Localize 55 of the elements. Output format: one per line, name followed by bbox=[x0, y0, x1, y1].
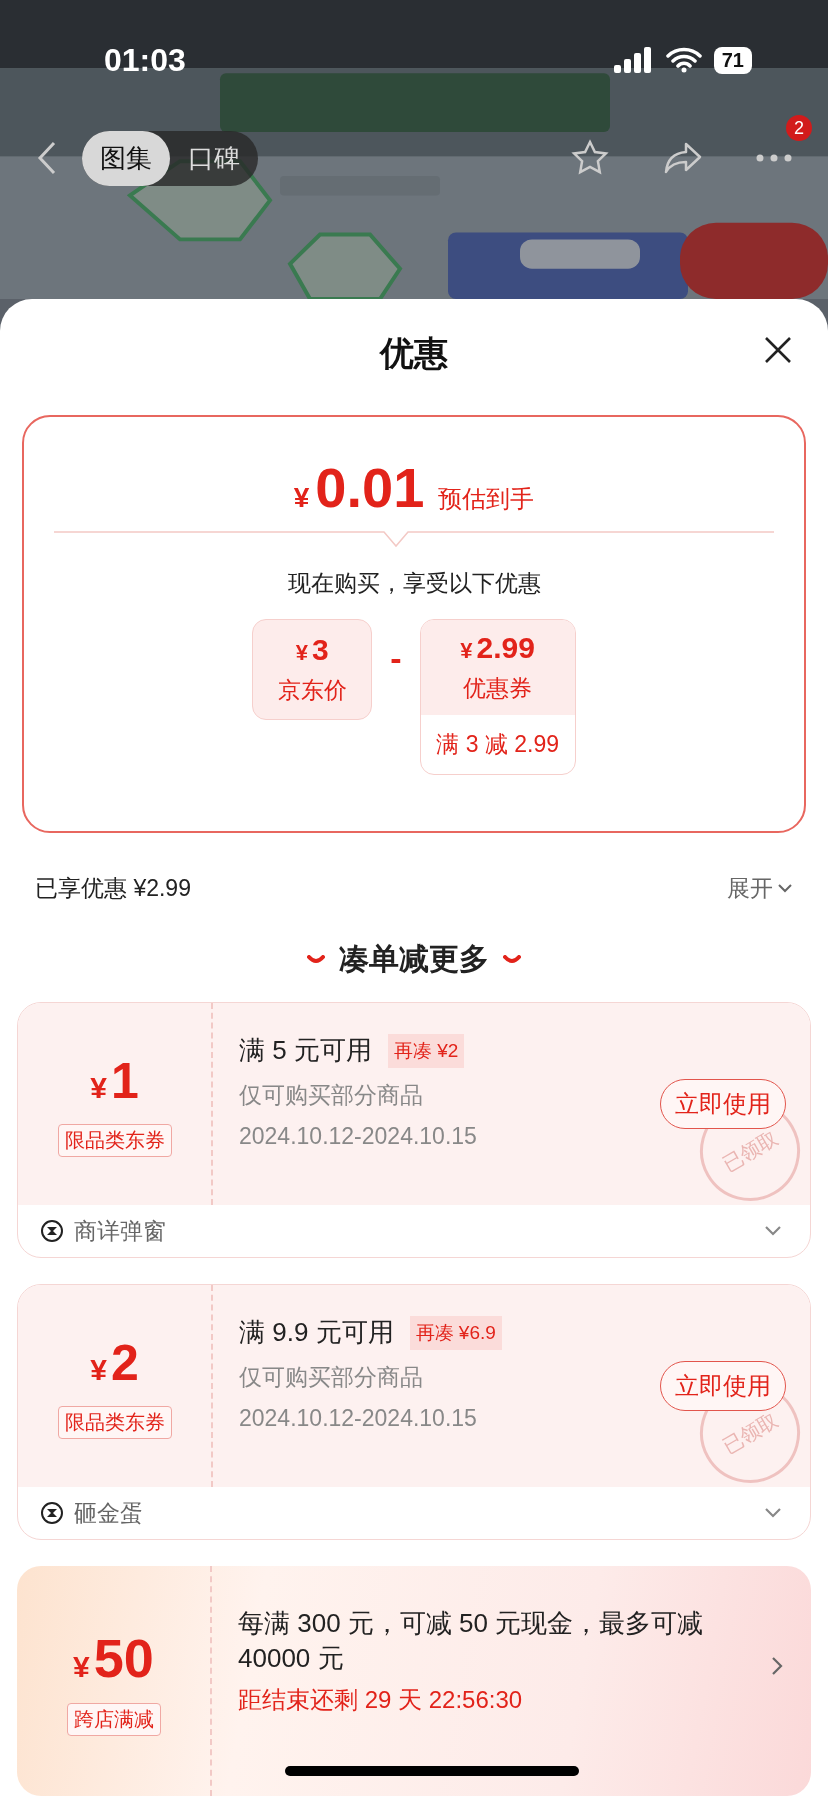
currency-sign: ¥ bbox=[90, 1070, 107, 1105]
currency-sign: ¥ bbox=[293, 482, 310, 514]
top-up-hint: 再凑 ¥6.9 bbox=[409, 1315, 502, 1350]
gallery-tab[interactable]: 图集 bbox=[82, 130, 170, 186]
coupon-tag: 限品类东券 bbox=[57, 1123, 172, 1157]
signal-icon bbox=[613, 47, 654, 73]
enjoyed-discount: 已享优惠 ¥2.99 bbox=[35, 873, 191, 903]
intro-text: 现在购买，享受以下优惠 bbox=[287, 569, 541, 598]
coupon-amount: 2 bbox=[110, 1333, 139, 1392]
share-button[interactable] bbox=[662, 140, 704, 176]
coupon-amount: 50 bbox=[93, 1626, 154, 1689]
currency-sign: ¥ bbox=[73, 1649, 90, 1684]
expand-icon bbox=[764, 1225, 782, 1237]
promotion-condition: 每满 300 元，可减 50 元现金，最多可减 40000 元 bbox=[238, 1607, 705, 1676]
section-title: 凑单减更多 bbox=[339, 941, 489, 977]
currency-sign: ¥ bbox=[295, 640, 309, 666]
source-icon bbox=[40, 1219, 64, 1243]
use-now-button[interactable]: 立即使用 bbox=[660, 1079, 786, 1129]
coupon-tag: 限品类东券 bbox=[57, 1405, 172, 1439]
source-icon bbox=[40, 1501, 64, 1525]
coupon-scope: 仅可购买部分商品 bbox=[239, 1081, 423, 1110]
coupon-validity: 2024.10.12-2024.10.15 bbox=[239, 1123, 477, 1150]
coupon-scope: 仅可购买部分商品 bbox=[239, 1363, 423, 1392]
coupon-condition: 满 5 元可用 bbox=[239, 1034, 372, 1067]
chevron-down-icon bbox=[777, 883, 793, 893]
close-button[interactable] bbox=[763, 335, 793, 365]
minus-sign: - bbox=[390, 639, 402, 678]
use-now-button[interactable]: 立即使用 bbox=[660, 1361, 786, 1411]
back-button[interactable] bbox=[36, 140, 58, 176]
countdown-text: 距结束还剩 29 天 22:56:30 bbox=[238, 1685, 524, 1716]
coupon-validity: 2024.10.12-2024.10.15 bbox=[239, 1405, 477, 1432]
coupon-condition: 满 9.9 元可用 bbox=[239, 1316, 394, 1349]
price-amount: 3 bbox=[312, 633, 329, 667]
price-caption: 预估到手 bbox=[438, 484, 535, 514]
coupon-amount: 1 bbox=[110, 1051, 139, 1110]
chevron-right-icon bbox=[771, 1656, 783, 1676]
coupon-tag: 跨店满减 bbox=[66, 1702, 161, 1736]
discount-label: 优惠券 bbox=[463, 674, 533, 703]
coupon-source: 砸金蛋 bbox=[74, 1498, 144, 1528]
discount-rule: 满 3 减 2.99 bbox=[435, 730, 560, 759]
price-label: 京东价 bbox=[277, 676, 347, 705]
expand-toggle[interactable]: 展开 bbox=[727, 872, 793, 904]
status-time: 01:03 bbox=[104, 41, 186, 79]
smile-icon bbox=[503, 954, 521, 965]
currency-sign: ¥ bbox=[90, 1352, 107, 1387]
discount-amount: 2.99 bbox=[476, 631, 535, 665]
coupon-source: 商详弹窗 bbox=[74, 1216, 167, 1246]
currency-sign: ¥ bbox=[460, 638, 473, 664]
wifi-icon bbox=[665, 47, 702, 73]
gallery-tab[interactable]: 口碑 bbox=[170, 130, 258, 186]
estimated-price: 0.01 bbox=[315, 455, 425, 520]
top-up-hint: 再凑 ¥2 bbox=[387, 1033, 465, 1068]
smile-icon bbox=[307, 954, 325, 965]
expand-icon bbox=[764, 1507, 782, 1519]
sheet-title: 优惠 bbox=[380, 333, 448, 374]
